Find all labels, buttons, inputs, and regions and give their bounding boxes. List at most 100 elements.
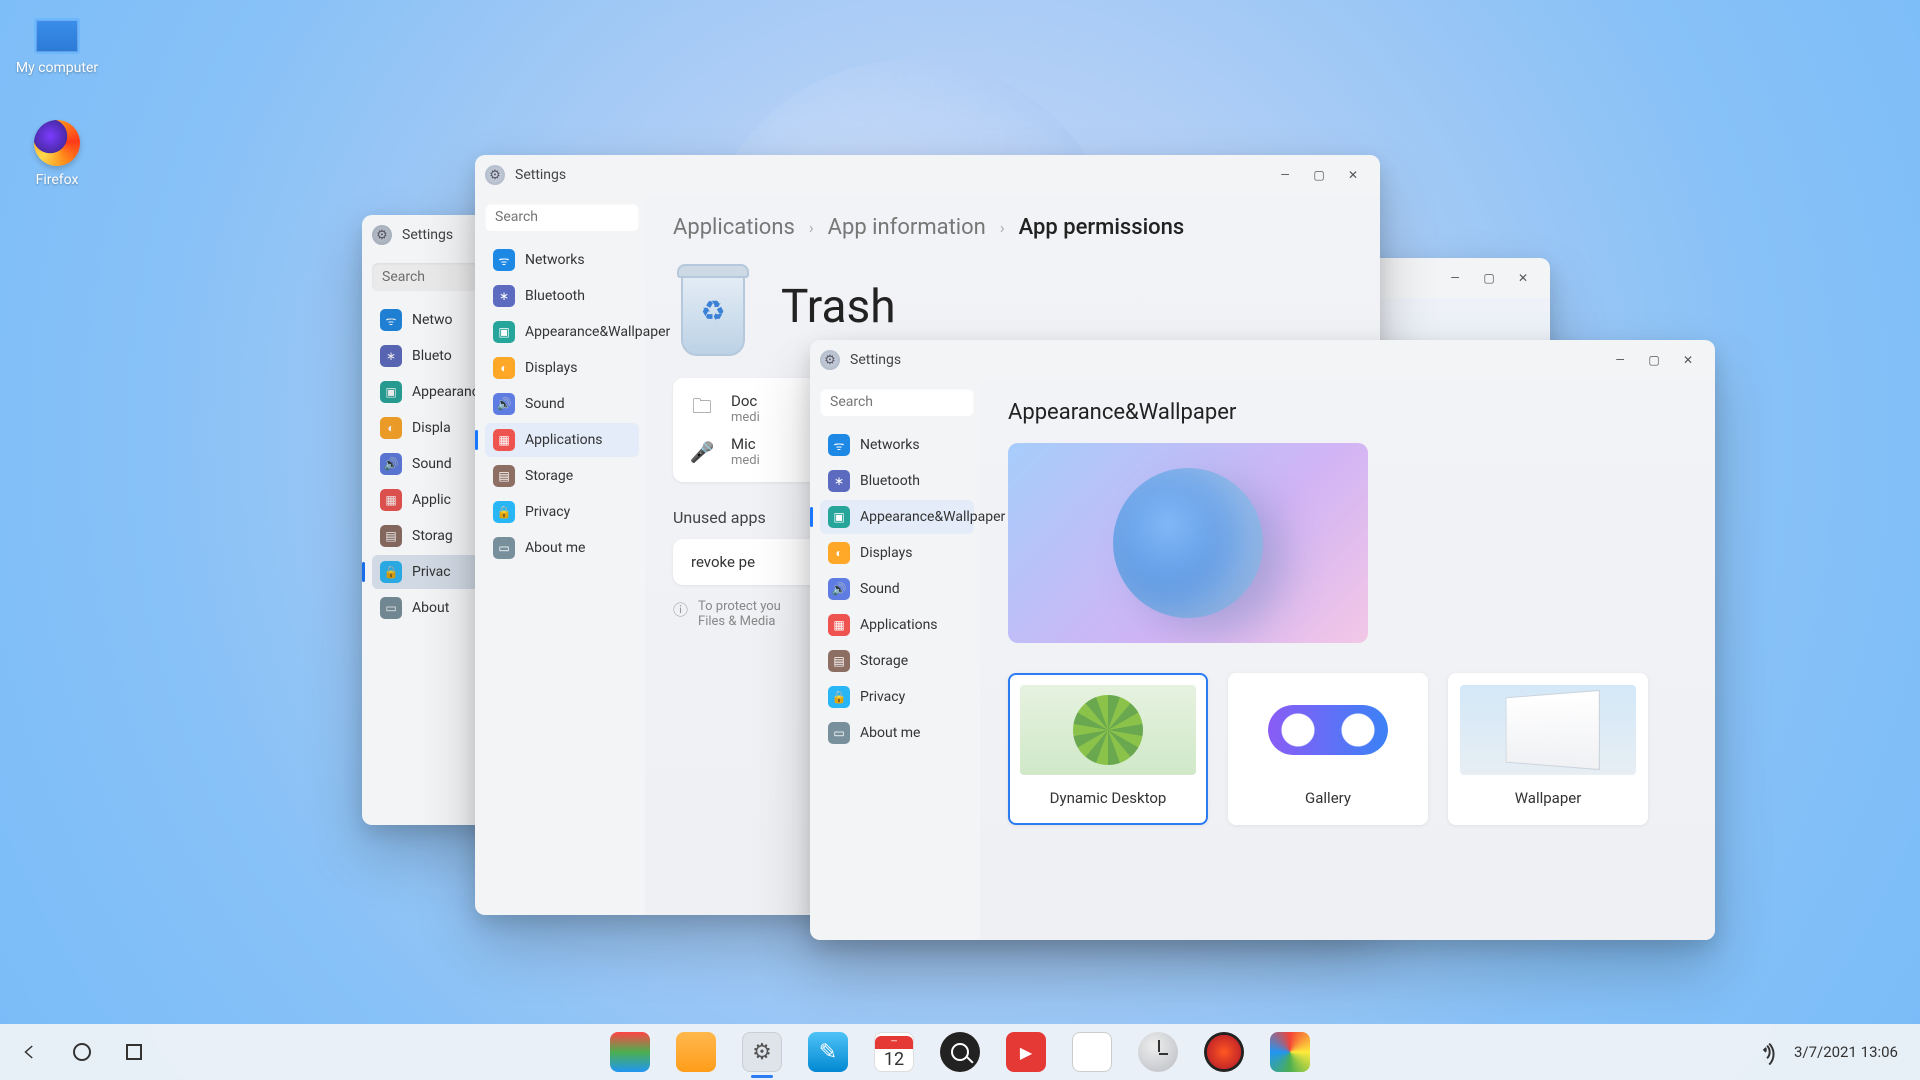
appearance-icon: ▣ <box>828 506 850 528</box>
sidebar-item-storage[interactable]: ▤Storage <box>485 459 639 493</box>
sound-icon: 🔊 <box>828 578 850 600</box>
minimize-button[interactable]: — <box>1603 345 1637 375</box>
close-button[interactable]: ✕ <box>1671 345 1705 375</box>
taskbar-app-files[interactable] <box>676 1032 716 1072</box>
sidebar-search[interactable]: ⌕ <box>485 203 639 231</box>
lock-icon: 🔒 <box>493 501 515 523</box>
info-icon: ▭ <box>493 537 515 559</box>
nav-home-button[interactable] <box>70 1040 94 1064</box>
taskbar-app-photos[interactable] <box>1270 1032 1310 1072</box>
settings-app-icon <box>820 350 840 370</box>
wallpaper-thumb <box>1460 685 1636 775</box>
computer-icon <box>34 18 80 54</box>
tray-datetime[interactable]: 3/7/2021 13:06 <box>1794 1043 1898 1061</box>
taskbar-app-calendar[interactable]: ―12 <box>874 1032 914 1072</box>
sidebar-item-privacy[interactable]: 🔒Privacy <box>485 495 639 529</box>
sidebar-item-appearance[interactable]: ▣Appearance&Wallpaper <box>820 500 974 534</box>
chevron-right-icon: › <box>1000 218 1005 237</box>
taskbar-app-calculator[interactable] <box>1072 1032 1112 1072</box>
sidebar-item-networks[interactable]: ᯤNetworks <box>820 428 974 462</box>
tray-wifi-icon[interactable] <box>1763 1043 1781 1061</box>
breadcrumb-item-current: App permissions <box>1019 215 1185 240</box>
info-icon: ⓘ <box>673 599 688 629</box>
app-title: Trash <box>781 280 896 334</box>
bluetooth-icon: ∗ <box>828 470 850 492</box>
desktop-icon-label: Firefox <box>12 172 102 188</box>
sidebar-search[interactable]: ⌕ <box>820 388 974 416</box>
wallpaper-card-wallpaper[interactable]: Wallpaper <box>1448 673 1648 825</box>
lock-icon: 🔒 <box>828 686 850 708</box>
nav-recent-button[interactable] <box>122 1040 146 1064</box>
maximize-button[interactable]: ▢ <box>1302 160 1336 190</box>
bluetooth-icon: ∗ <box>493 285 515 307</box>
sidebar-item-bluetooth[interactable]: ∗Bluetooth <box>485 279 639 313</box>
window-title: Settings <box>402 227 453 243</box>
appearance-icon: ▣ <box>380 381 402 403</box>
wallpaper-thumb <box>1240 685 1416 775</box>
sound-icon: 🔊 <box>380 453 402 475</box>
close-button[interactable]: ✕ <box>1506 263 1540 293</box>
wifi-icon: ᯤ <box>493 249 515 271</box>
sidebar-item-bluetooth[interactable]: ∗Bluetooth <box>820 464 974 498</box>
taskbar-app-music[interactable] <box>1204 1032 1244 1072</box>
wifi-icon: ᯤ <box>380 309 402 331</box>
taskbar-app-video[interactable] <box>1006 1032 1046 1072</box>
sidebar-item-applications[interactable]: ▦Applications <box>820 608 974 642</box>
taskbar-app-search[interactable] <box>940 1032 980 1072</box>
taskbar-app-paint[interactable] <box>808 1032 848 1072</box>
window-title: Settings <box>850 352 901 368</box>
sidebar-item-applications[interactable]: ▦Applications <box>485 423 639 457</box>
storage-icon: ▤ <box>828 650 850 672</box>
sidebar-item-sound[interactable]: 🔊Sound <box>485 387 639 421</box>
wallpaper-card-gallery[interactable]: Gallery <box>1228 673 1428 825</box>
wallpaper-card-label: Dynamic Desktop <box>1050 789 1167 813</box>
desktop-icon-my-computer[interactable]: My computer <box>12 18 102 76</box>
page-title: Appearance&Wallpaper <box>1008 400 1687 425</box>
sidebar-item-about[interactable]: ▭About me <box>485 531 639 565</box>
settings-app-icon <box>485 165 505 185</box>
sidebar-item-sound[interactable]: 🔊Sound <box>820 572 974 606</box>
minimize-button[interactable]: — <box>1438 263 1472 293</box>
sidebar-item-networks[interactable]: ᯤNetworks <box>485 243 639 277</box>
sidebar-item-displays[interactable]: ◐Displays <box>820 536 974 570</box>
trash-app-icon: ♻ <box>673 258 753 356</box>
titlebar[interactable]: Settings — ▢ ✕ <box>810 340 1715 380</box>
breadcrumb-item[interactable]: App information <box>828 215 986 240</box>
info-icon: ▭ <box>828 722 850 744</box>
titlebar[interactable]: Settings — ▢ ✕ <box>475 155 1380 195</box>
sidebar-item-appearance[interactable]: ▣Appearance&Wallpaper <box>485 315 639 349</box>
storage-icon: ▤ <box>380 525 402 547</box>
wallpaper-card-label: Gallery <box>1305 789 1351 813</box>
display-icon: ◐ <box>828 542 850 564</box>
taskbar-app-store[interactable] <box>610 1032 650 1072</box>
lock-icon: 🔒 <box>380 561 402 583</box>
window-title: Settings <box>515 167 566 183</box>
display-icon: ◐ <box>380 417 402 439</box>
maximize-button[interactable]: ▢ <box>1472 263 1506 293</box>
taskbar-app-clock[interactable] <box>1138 1032 1178 1072</box>
sidebar-item-displays[interactable]: ◐Displays <box>485 351 639 385</box>
taskbar: ―12 3/7/2021 13:06 <box>0 1024 1920 1080</box>
desktop-icon-label: My computer <box>12 60 102 76</box>
taskbar-app-settings[interactable] <box>742 1032 782 1072</box>
chevron-right-icon: › <box>809 218 814 237</box>
minimize-button[interactable]: — <box>1268 160 1302 190</box>
sidebar-item-privacy[interactable]: 🔒Privacy <box>820 680 974 714</box>
wallpaper-card-dynamic[interactable]: Dynamic Desktop <box>1008 673 1208 825</box>
apps-icon: ▦ <box>380 489 402 511</box>
desktop-icon-firefox[interactable]: Firefox <box>12 120 102 188</box>
settings-window-appearance[interactable]: Settings — ▢ ✕ ⌕ ᯤNetworks ∗Bluetooth ▣A… <box>810 340 1715 940</box>
wifi-icon: ᯤ <box>828 434 850 456</box>
sidebar-item-about[interactable]: ▭About me <box>820 716 974 750</box>
breadcrumb-item[interactable]: Applications <box>673 215 795 240</box>
maximize-button[interactable]: ▢ <box>1637 345 1671 375</box>
wallpaper-thumb <box>1020 685 1196 775</box>
nav-back-button[interactable] <box>18 1040 42 1064</box>
close-button[interactable]: ✕ <box>1336 160 1370 190</box>
settings-app-icon <box>372 225 392 245</box>
wallpaper-card-label: Wallpaper <box>1515 789 1582 813</box>
sidebar-item-storage[interactable]: ▤Storage <box>820 644 974 678</box>
wallpaper-preview <box>1008 443 1368 643</box>
firefox-icon <box>34 120 80 166</box>
bluetooth-icon: ∗ <box>380 345 402 367</box>
